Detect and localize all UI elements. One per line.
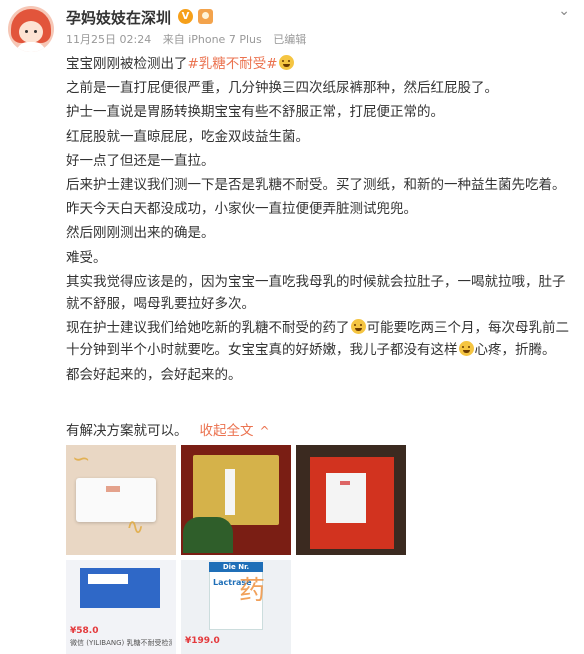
image-thumbnail[interactable]	[181, 445, 291, 555]
post-meta: 11月25日 02:24 来自 iPhone 7 Plus 已编辑	[66, 31, 314, 47]
edited-tag[interactable]: 已编辑	[273, 33, 306, 46]
post-device: 来自 iPhone 7 Plus	[162, 33, 262, 46]
post-line: 红屁股就一直晾屁屁，吃金双歧益生菌。	[66, 128, 309, 145]
post-line: 其实我觉得应该是的，因为宝宝一直吃我母乳的时候就会拉肚子，一喝就拉哦，肚子就不舒…	[66, 273, 566, 313]
image-thumbnail[interactable]	[296, 445, 406, 555]
weibo-post: 孕妈妓妓在深圳 V 11月25日 02:24 来自 iPhone 7 Plus …	[0, 0, 584, 654]
post-line: 护士一直说是胃肠转换期宝宝有些不舒服正常，打屁便正常的。	[66, 104, 444, 121]
post-line: 现在护士建议我们给她吃新的乳糖不耐受的药了 可能要吃两三个月，每次母乳前二十分钟到…	[66, 319, 569, 359]
product-caption: 微信 (YILIBANG) 乳糖不耐受检测试纸	[70, 639, 172, 647]
handwritten-stamp: 药	[239, 576, 266, 606]
post-line: 然后刚刚测出来的确是。	[66, 225, 215, 242]
avatar[interactable]	[8, 6, 54, 52]
product-label: Die Nr.	[209, 562, 263, 572]
topic-link[interactable]: #乳糖不耐受#	[188, 56, 278, 72]
post-last-line: 有解决方案就可以。	[66, 423, 188, 439]
post-line: 后来护士建议我们测一下是否是乳糖不耐受。买了测纸，和新的一种益生菌先吃着。	[66, 177, 566, 194]
chevron-up-icon[interactable]: ^	[260, 424, 270, 438]
emoji-icon	[278, 55, 294, 70]
username[interactable]: 孕妈妓妓在深圳	[66, 7, 171, 28]
post-line: 难受。	[66, 249, 107, 266]
emoji-icon	[350, 319, 366, 335]
post-content: 宝宝刚刚被检测出了#乳糖不耐受# 之前是一直打屁便很严重，几分钟换三四次纸尿裤那…	[66, 53, 572, 388]
image-thumbnail[interactable]: ¥58.0 微信 (YILIBANG) 乳糖不耐受检测试纸	[66, 560, 176, 654]
product-price: ¥199.0	[185, 636, 220, 646]
post-line: 宝宝刚刚被检测出了#乳糖不耐受#	[66, 53, 572, 75]
post-time[interactable]: 11月25日 02:24	[66, 33, 151, 46]
verified-badge-icon: V	[178, 9, 193, 24]
post-line: 好一点了但还是一直拉。	[66, 152, 215, 169]
post-line: 昨天今天白天都没成功，小家伙一直拉便便弄脏测试兜兜。	[66, 201, 417, 218]
post-line: 之前是一直打屁便很严重，几分钟换三四次纸尿裤那种，然后红屁股了。	[66, 80, 498, 97]
product-price: ¥58.0	[70, 626, 99, 636]
post-actions: 有解决方案就可以。 收起全文 ^	[66, 419, 270, 439]
collapse-button[interactable]: 收起全文	[200, 423, 254, 439]
image-thumbnail[interactable]: ∽ ∿	[66, 445, 176, 555]
chevron-down-icon[interactable]: ⌄	[558, 3, 570, 19]
member-level-icon	[198, 9, 213, 24]
image-thumbnail[interactable]: Die Nr. Lactrase 药 ¥199.0	[181, 560, 291, 654]
post-line: 都会好起来的，会好起来的。	[66, 366, 242, 383]
emoji-icon	[458, 341, 474, 357]
